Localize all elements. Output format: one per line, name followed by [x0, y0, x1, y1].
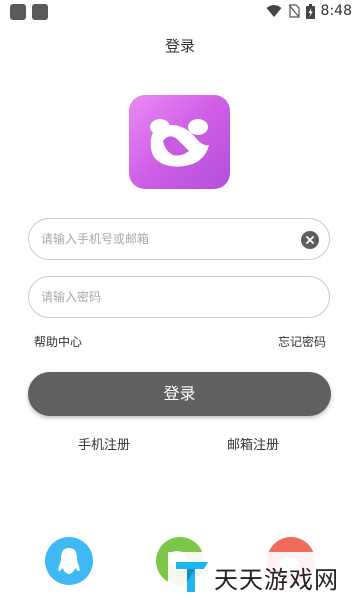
qq-icon: [58, 548, 80, 574]
email-register-link[interactable]: 邮箱注册: [227, 434, 279, 453]
no-sim-icon: [288, 4, 300, 18]
login-button[interactable]: 登录: [28, 372, 331, 416]
watermark-logo-icon: [176, 562, 208, 592]
notification-square-icon: [10, 4, 26, 20]
help-center-link[interactable]: 帮助中心: [34, 333, 82, 350]
qq-login-button[interactable]: [45, 537, 93, 585]
app-logo-mark-icon: [150, 119, 209, 167]
battery-icon: [305, 3, 315, 19]
status-bar: 8:48: [0, 0, 360, 24]
password-input[interactable]: [41, 277, 281, 317]
watermark-text: 天天游戏网: [214, 566, 339, 594]
phone-register-link[interactable]: 手机注册: [78, 434, 130, 453]
account-input[interactable]: [41, 219, 281, 259]
wifi-icon: [266, 5, 282, 17]
password-field[interactable]: [28, 276, 330, 318]
account-field[interactable]: [28, 218, 330, 260]
status-bar-notifications: [10, 4, 48, 20]
forgot-password-link[interactable]: 忘记密码: [278, 333, 326, 350]
app-logo: [129, 95, 230, 189]
clear-input-button[interactable]: [301, 231, 319, 249]
page-title: 登录: [164, 37, 195, 55]
status-bar-system: 8:48: [266, 3, 352, 19]
status-time: 8:48: [320, 3, 352, 19]
notification-square-icon: [32, 4, 48, 20]
login-screen: 8:48 登录 帮助中心 忘记密码 登录 手机注册 邮箱注册: [0, 0, 360, 600]
close-icon: [306, 236, 314, 244]
watermark: 天天游戏网: [168, 552, 358, 596]
